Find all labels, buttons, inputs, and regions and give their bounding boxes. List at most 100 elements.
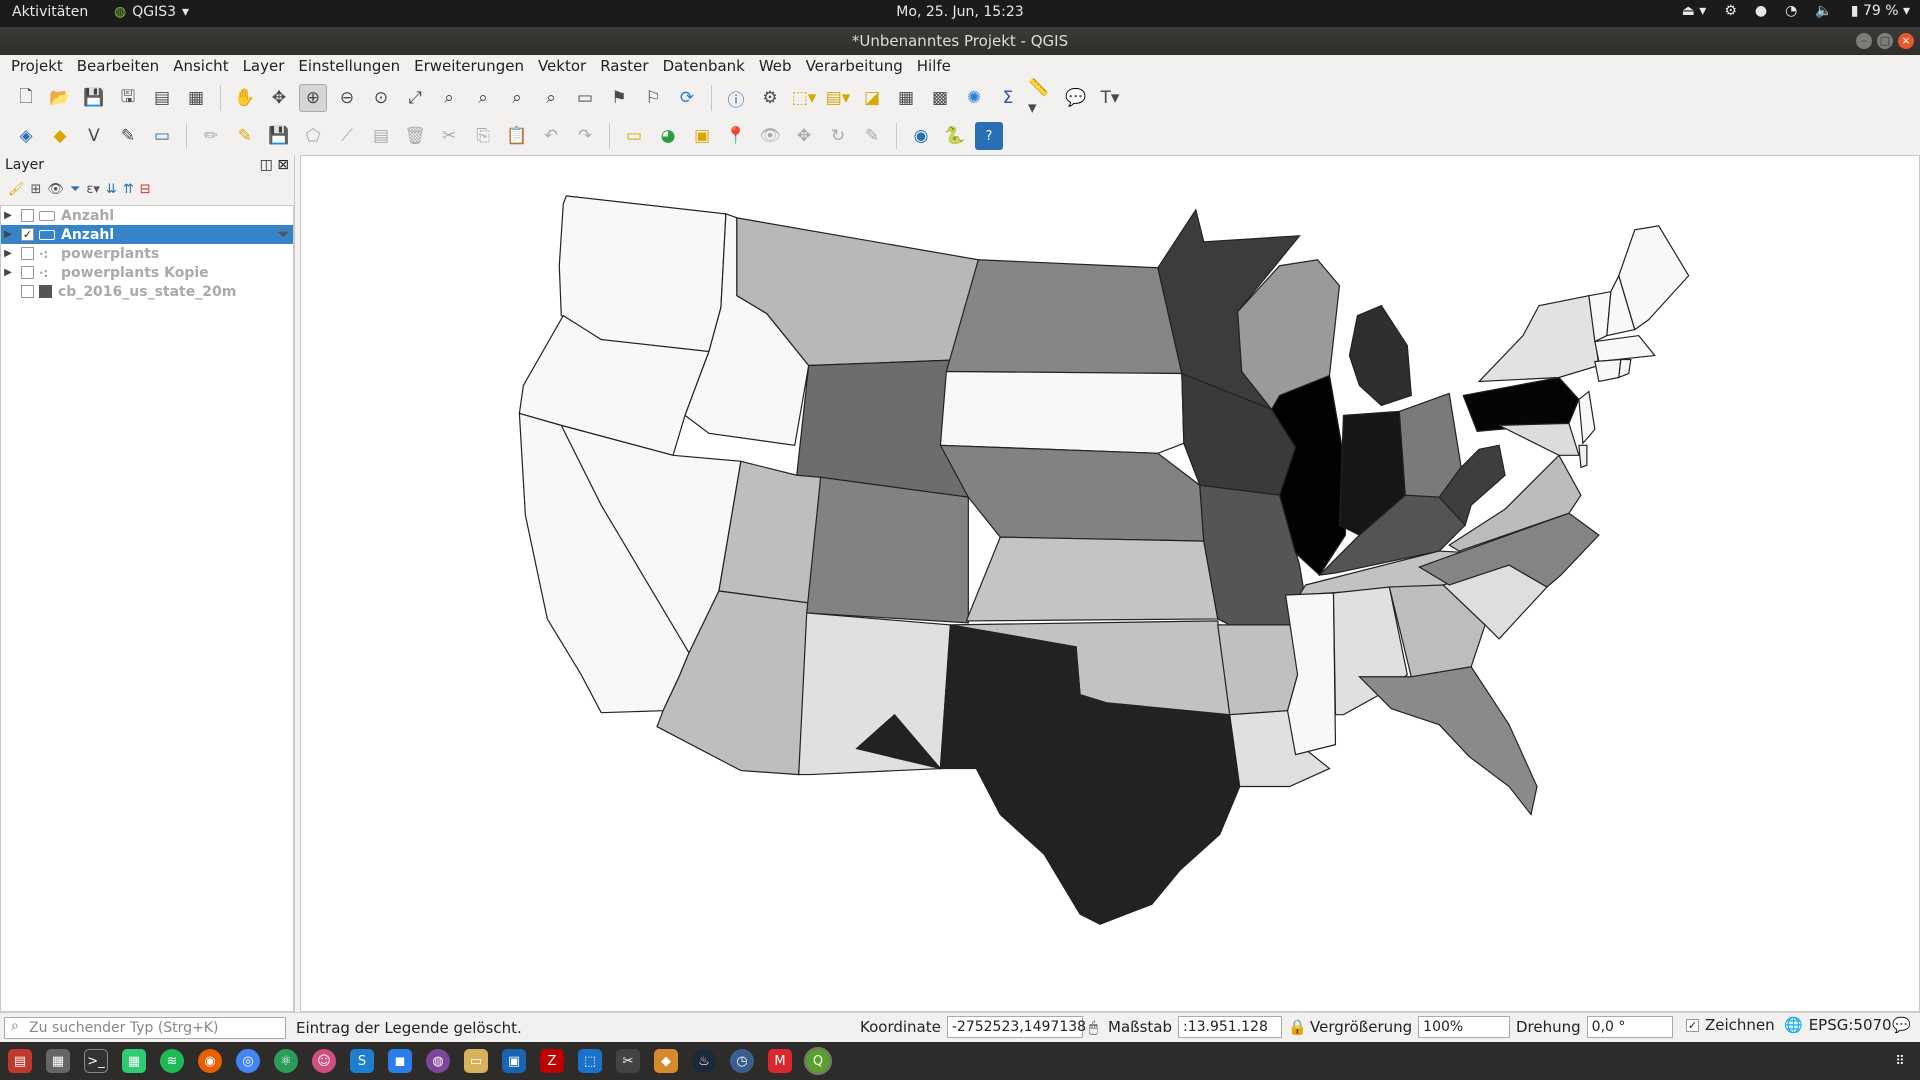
menu-hilfe[interactable]: Hilfe	[910, 55, 958, 79]
app-grid-icon[interactable]: ⠿	[1888, 1049, 1912, 1073]
layer-visibility-checkbox[interactable]	[21, 285, 34, 298]
paste-icon[interactable]: 📋	[503, 122, 531, 150]
expand-all-icon[interactable]: ⇊	[106, 182, 117, 197]
new-geopackage-icon[interactable]: ◆	[46, 122, 74, 150]
calculator-icon[interactable]: ▦	[46, 1049, 70, 1073]
panel-float-close-icons[interactable]: ◫ ⊠	[260, 157, 289, 175]
actions-icon[interactable]: ⚙	[756, 84, 784, 112]
signal-icon[interactable]: ◼	[388, 1049, 412, 1073]
cut-icon[interactable]: ✂	[435, 122, 463, 150]
system-tray[interactable]: ⏏ ▾ ⚙ ● ◔ 🔈 ▮ 79 % ▾	[1682, 3, 1910, 19]
new-shapefile-icon[interactable]: V	[80, 122, 108, 150]
menu-verarbeitung[interactable]: Verarbeitung	[799, 55, 910, 79]
statistics-icon[interactable]: Σ	[994, 84, 1022, 112]
layer-visibility-checkbox[interactable]	[21, 209, 34, 222]
menu-web[interactable]: Web	[752, 55, 799, 79]
measure-icon[interactable]: 📏▾	[1028, 78, 1056, 118]
toggle-editing-icon[interactable]: ✎	[231, 122, 259, 150]
remove-layer-icon[interactable]: ⊟	[140, 182, 151, 197]
select-value-icon[interactable]: ▤▾	[824, 84, 852, 112]
select-features-icon[interactable]: ⬚▾	[790, 84, 818, 112]
undo-icon[interactable]: ↶	[537, 122, 565, 150]
magnifier-field[interactable]: 100%	[1418, 1016, 1511, 1038]
zoom-native-icon[interactable]: ⊙	[367, 84, 395, 112]
close-button[interactable]: ×	[1898, 33, 1914, 49]
chat-icon[interactable]: ☺	[312, 1049, 336, 1073]
qgis-taskbar-icon[interactable]: Q	[804, 1047, 832, 1075]
pan-icon[interactable]: ✋	[231, 84, 259, 112]
menu-projekt[interactable]: Projekt	[4, 55, 70, 79]
copy-icon[interactable]: ⎘	[469, 122, 497, 150]
eject-icon[interactable]: ⏏ ▾	[1682, 3, 1707, 19]
tor-icon[interactable]: ◍	[426, 1049, 450, 1073]
settings-icon[interactable]: ⚙	[1724, 3, 1737, 19]
layer-item[interactable]: ▶ ✓ Anzahl ⏷	[1, 225, 293, 244]
lock-scale-icon[interactable]: 🔒	[1288, 1018, 1307, 1036]
spotify-icon[interactable]: ≋	[160, 1049, 184, 1073]
mega-icon[interactable]: M	[768, 1049, 792, 1073]
toolbox-icon[interactable]: ✺	[960, 84, 988, 112]
maximize-button[interactable]: □	[1877, 33, 1893, 49]
add-group-icon[interactable]: ⊞	[31, 182, 42, 197]
filezilla-icon[interactable]: Z	[540, 1049, 564, 1073]
rotate-label-icon[interactable]: ↻	[824, 122, 852, 150]
menu-ansicht[interactable]: Ansicht	[166, 55, 235, 79]
delete-icon[interactable]: 🗑	[401, 122, 429, 150]
move-label-icon[interactable]: ✥	[790, 122, 818, 150]
layer-visibility-checkbox[interactable]	[21, 247, 34, 260]
zoom-last-icon[interactable]: ⌕	[503, 84, 531, 112]
folder-icon[interactable]: ▭	[464, 1049, 488, 1073]
zoom-full-icon[interactable]: ⤢	[401, 84, 429, 112]
menu-datenbank[interactable]: Datenbank	[656, 55, 752, 79]
bookmark-new-icon[interactable]: ⚑	[605, 84, 633, 112]
expand-arrow-icon[interactable]: ▶	[1, 210, 15, 221]
locator-search-input[interactable]: Zu suchender Typ (Strg+K)	[4, 1017, 286, 1039]
field-calculator-icon[interactable]: ▩	[926, 84, 954, 112]
layer-visibility-checkbox[interactable]	[21, 266, 34, 279]
map-canvas[interactable]	[300, 155, 1920, 1012]
rotation-field[interactable]: 0,0 °	[1586, 1016, 1673, 1038]
files-icon[interactable]: ▤	[8, 1049, 32, 1073]
crs-button[interactable]: EPSG:5070	[1809, 1016, 1892, 1034]
zoom-layer-icon[interactable]: ⌕	[469, 84, 497, 112]
attribute-table-icon[interactable]: ▦	[892, 84, 920, 112]
filter-expression-icon[interactable]: ε▾	[86, 182, 100, 197]
new-spatialite-icon[interactable]: ✎	[114, 122, 142, 150]
layout-manager-icon[interactable]: ▦	[182, 84, 210, 112]
add-feature-icon[interactable]: ⬠	[299, 122, 327, 150]
user-icon[interactable]: ●	[1755, 3, 1767, 19]
deselect-icon[interactable]: ◪	[858, 84, 886, 112]
expand-arrow-icon[interactable]: ▶	[1, 229, 15, 240]
zoom-out-icon[interactable]: ⊖	[333, 84, 361, 112]
clock[interactable]: Mo, 25. Jun, 15:23	[0, 4, 1920, 20]
new-temp-layer-icon[interactable]: ▭	[148, 122, 176, 150]
identify-icon[interactable]: ⓘ	[722, 84, 750, 112]
current-edits-icon[interactable]: ✏	[197, 122, 225, 150]
filter-icon[interactable]: ⏷	[278, 227, 289, 243]
menu-einstellungen[interactable]: Einstellungen	[291, 55, 407, 79]
menu-bearbeiten[interactable]: Bearbeiten	[70, 55, 166, 79]
refresh-icon[interactable]: ⟳	[673, 84, 701, 112]
save-as-icon[interactable]: 🖫	[114, 84, 142, 112]
map-tips-icon[interactable]: 💬	[1062, 84, 1090, 112]
collapse-all-icon[interactable]: ⇈	[123, 182, 134, 197]
save-edits-icon[interactable]: 💾	[265, 122, 293, 150]
menu-vektor[interactable]: Vektor	[531, 55, 593, 79]
layer-visibility-checkbox[interactable]: ✓	[21, 228, 34, 241]
layer-item[interactable]: ▶ ·: powerplants	[1, 244, 293, 263]
filter-icon[interactable]: ⏷	[70, 182, 80, 197]
highlight-labels-icon[interactable]: ▣	[688, 122, 716, 150]
spreadsheet-icon[interactable]: ▦	[122, 1049, 146, 1073]
firefox-icon[interactable]: ◉	[198, 1049, 222, 1073]
zoom-next-icon[interactable]: ⌕	[537, 84, 565, 112]
messages-icon[interactable]: 💬	[1892, 1016, 1911, 1034]
expand-arrow-icon[interactable]: ▶	[1, 248, 15, 259]
scale-field[interactable]: :13.951.128	[1178, 1016, 1282, 1038]
clock-app-icon[interactable]: ◷	[730, 1049, 754, 1073]
metasearch-icon[interactable]: ◉	[907, 122, 935, 150]
layer-item[interactable]: ▶ Anzahl	[1, 206, 293, 225]
monitor-icon[interactable]: ⬚	[578, 1049, 602, 1073]
style-icon[interactable]: 🖌	[8, 182, 25, 197]
git-icon[interactable]: S	[350, 1049, 374, 1073]
text-annotation-icon[interactable]: T▾	[1096, 84, 1124, 112]
